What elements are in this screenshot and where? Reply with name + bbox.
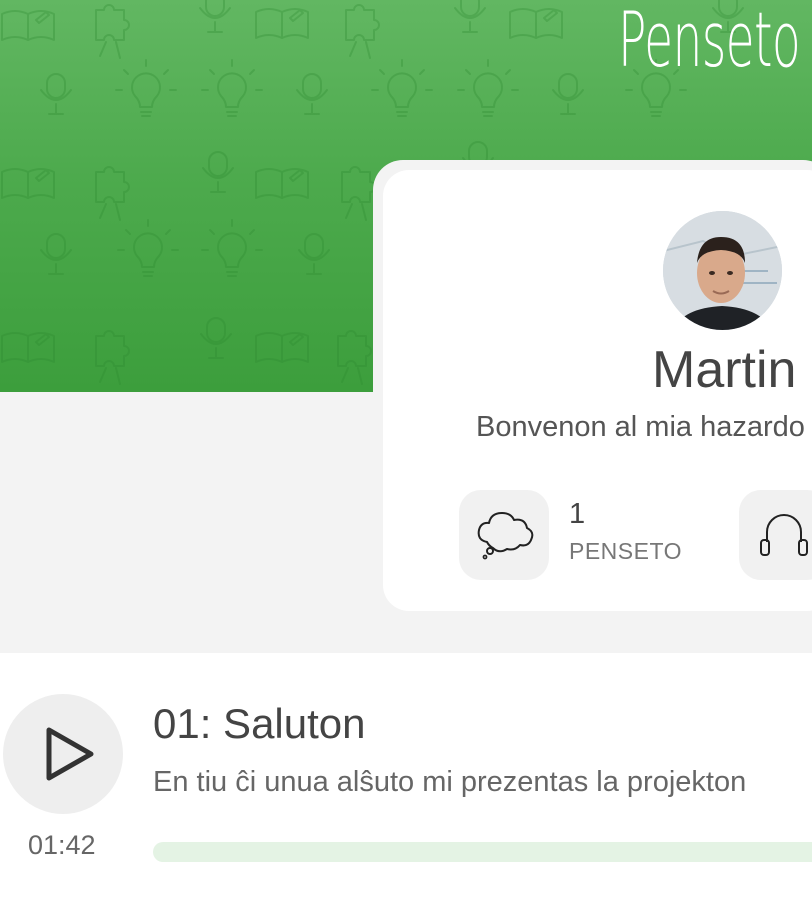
episode-progress-bar[interactable]: [153, 842, 812, 862]
play-icon: [46, 727, 94, 781]
episode-description: En tiu ĉi unua alŝuto mi prezentas la pr…: [153, 766, 747, 798]
episode-title[interactable]: 01: Saluton: [153, 700, 366, 748]
thought-bubble-icon: [477, 512, 534, 560]
stat-episodes-count: 1: [569, 498, 586, 530]
avatar-photo: [663, 211, 782, 330]
profile-bio: Bonvenon al mia hazardo: [476, 411, 805, 443]
profile-name: Martin: [652, 341, 797, 399]
episode-duration: 01:42: [28, 830, 96, 860]
stat-episodes-label: PENSETO: [569, 538, 682, 564]
stat-listens-button[interactable]: [739, 490, 812, 580]
stat-episodes-button[interactable]: [459, 490, 549, 580]
avatar: [663, 211, 782, 330]
play-button[interactable]: [3, 694, 123, 814]
brand-logo[interactable]: Penseto: [618, 2, 801, 78]
headphones-icon: [760, 514, 808, 556]
